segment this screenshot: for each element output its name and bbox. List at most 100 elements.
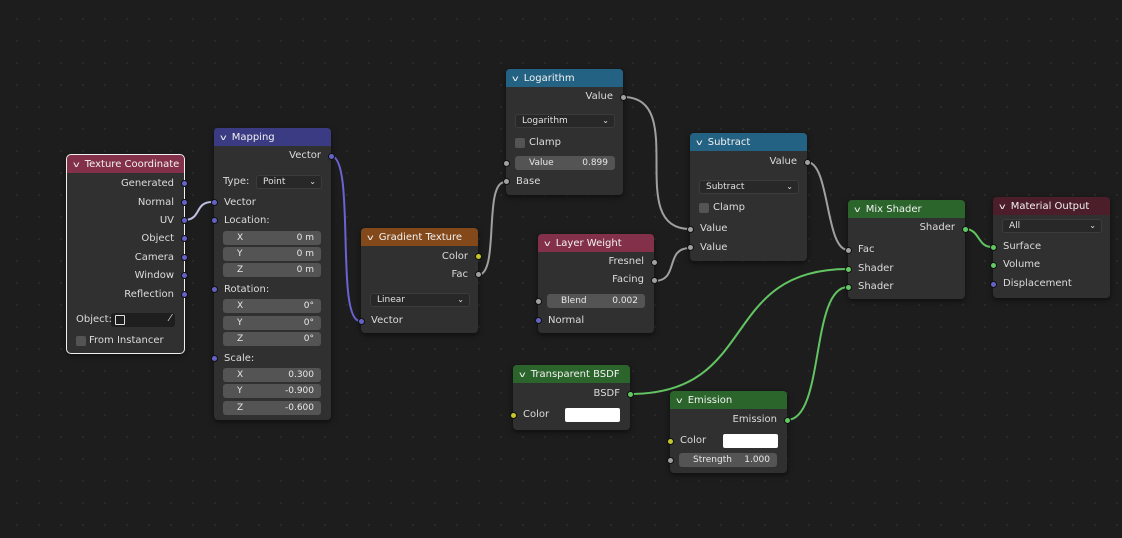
node-mapping[interactable]: v Mapping Vector Type: Point ⌄ Vector Loca…	[211, 128, 335, 420]
chevron-down-icon[interactable]: v	[367, 233, 374, 242]
socket-strength[interactable]	[667, 457, 674, 464]
chevron-down-icon[interactable]: v	[512, 74, 519, 83]
node-header[interactable]: v Texture Coordinate	[67, 155, 184, 173]
socket-value-out[interactable]	[804, 159, 811, 166]
scale-z-field[interactable]: Z -0.600	[223, 401, 321, 415]
output-fresnel: Fresnel	[608, 256, 644, 267]
chevron-down-icon[interactable]: v	[544, 239, 551, 248]
rotation-y-field[interactable]: Y 0°	[223, 316, 321, 330]
rotation-z-field[interactable]: Z 0°	[223, 332, 321, 346]
socket-blend[interactable]	[535, 298, 542, 305]
output-vector: Vector	[289, 150, 321, 161]
socket-base[interactable]	[503, 178, 510, 185]
socket-normal[interactable]	[181, 199, 188, 206]
operation-dropdown[interactable]: Subtract ⌄	[699, 180, 799, 194]
socket-uv[interactable]	[181, 217, 188, 224]
socket-camera[interactable]	[181, 254, 188, 261]
socket-color[interactable]	[667, 438, 674, 445]
link-mix-to-output	[964, 228, 993, 248]
rotation-x-field[interactable]: X 0°	[223, 299, 321, 313]
socket-shader-out[interactable]	[962, 226, 969, 233]
operation-dropdown[interactable]: Logarithm ⌄	[515, 114, 615, 128]
socket-scale[interactable]	[211, 355, 218, 362]
node-header[interactable]: v Layer Weight	[538, 234, 654, 252]
node-header[interactable]: v Transparent BSDF	[513, 365, 630, 383]
socket-reflection[interactable]	[181, 291, 188, 298]
blend-field[interactable]: Blend 0.002	[547, 294, 645, 308]
socket-window[interactable]	[181, 272, 188, 279]
field-value: -0.600	[284, 403, 314, 413]
node-logarithm[interactable]: v Logarithm Value Logarithm ⌄ Clamp Value 0…	[503, 69, 627, 195]
object-field[interactable]: ⁄	[111, 313, 175, 327]
gradient-type-dropdown[interactable]: Linear ⌄	[370, 293, 470, 307]
socket-shader-in-1[interactable]	[845, 266, 852, 273]
field-value: 0°	[303, 301, 314, 311]
from-instancer-checkbox[interactable]	[76, 336, 86, 346]
socket-normal[interactable]	[535, 317, 542, 324]
node-header[interactable]: v Material Output	[993, 197, 1110, 215]
clamp-checkbox[interactable]	[699, 203, 709, 213]
chevron-down-icon: ⌄	[786, 182, 793, 191]
socket-vector-in[interactable]	[358, 318, 365, 325]
node-transparent-bsdf[interactable]: v Transparent BSDF BSDF Color	[510, 365, 634, 430]
chevron-down-icon[interactable]: v	[73, 160, 80, 169]
socket-value-in[interactable]	[503, 160, 510, 167]
link-emission-to-mix	[786, 286, 849, 421]
chevron-down-icon[interactable]: v	[696, 138, 703, 147]
socket-fresnel[interactable]	[651, 259, 658, 266]
socket-bsdf[interactable]	[627, 391, 634, 398]
location-x-field[interactable]: X 0 m	[223, 231, 321, 245]
socket-location[interactable]	[211, 217, 218, 224]
node-emission[interactable]: v Emission Emission Color Strength 1.000	[667, 391, 791, 473]
color-swatch[interactable]	[565, 408, 620, 422]
output-uv: UV	[159, 215, 174, 226]
strength-field[interactable]: Strength 1.000	[679, 453, 777, 467]
axis-label: X	[237, 301, 244, 311]
chevron-down-icon[interactable]: v	[519, 370, 526, 379]
socket-value-in-2[interactable]	[687, 244, 694, 251]
socket-vector-in[interactable]	[211, 199, 218, 206]
location-z-field[interactable]: Z 0 m	[223, 263, 321, 277]
node-header[interactable]: v Mapping	[214, 128, 331, 146]
type-dropdown[interactable]: Point ⌄	[256, 175, 322, 189]
node-material-output[interactable]: v Material Output All ⌄ Surface Volume Dis…	[990, 197, 1110, 298]
chevron-down-icon[interactable]: v	[999, 202, 1006, 211]
socket-shader-in-2[interactable]	[845, 284, 852, 291]
target-dropdown[interactable]: All ⌄	[1002, 219, 1102, 233]
chevron-down-icon[interactable]: v	[220, 133, 227, 142]
chevron-down-icon[interactable]: v	[676, 396, 683, 405]
node-header[interactable]: v Subtract	[690, 133, 807, 151]
socket-facing[interactable]	[651, 277, 658, 284]
node-gradient-texture[interactable]: v Gradient Texture Color Fac Linear ⌄ Vect…	[358, 228, 482, 333]
socket-color[interactable]	[475, 253, 482, 260]
node-header[interactable]: v Mix Shader	[848, 200, 965, 218]
eyedropper-icon[interactable]: ⁄	[169, 313, 171, 324]
clamp-checkbox[interactable]	[515, 138, 525, 148]
node-header[interactable]: v Emission	[670, 391, 787, 409]
socket-emission[interactable]	[784, 417, 791, 424]
location-y-field[interactable]: Y 0 m	[223, 247, 321, 261]
node-header[interactable]: v Logarithm	[506, 69, 623, 87]
node-mix-shader[interactable]: v Mix Shader Shader Fac Shader Shader	[845, 200, 969, 299]
socket-fac[interactable]	[845, 247, 852, 254]
node-texture-coordinate[interactable]: v Texture Coordinate Generated Normal UV …	[66, 154, 188, 354]
node-header[interactable]: v Gradient Texture	[361, 228, 478, 246]
chevron-down-icon[interactable]: v	[854, 205, 861, 214]
socket-object[interactable]	[181, 235, 188, 242]
socket-surface[interactable]	[990, 244, 997, 251]
value-field[interactable]: Value 0.899	[515, 156, 615, 170]
socket-generated[interactable]	[181, 180, 188, 187]
socket-fac[interactable]	[475, 271, 482, 278]
node-subtract[interactable]: v Subtract Value Subtract ⌄ Clamp Value Va…	[687, 133, 811, 261]
socket-displacement[interactable]	[990, 281, 997, 288]
socket-color[interactable]	[510, 412, 517, 419]
socket-value-in-1[interactable]	[687, 226, 694, 233]
node-layer-weight[interactable]: v Layer Weight Fresnel Facing Blend 0.002 …	[535, 234, 658, 333]
scale-y-field[interactable]: Y -0.900	[223, 384, 321, 398]
color-swatch[interactable]	[723, 434, 778, 448]
socket-vector-out[interactable]	[328, 153, 335, 160]
socket-value-out[interactable]	[620, 94, 627, 101]
scale-x-field[interactable]: X 0.300	[223, 368, 321, 382]
socket-volume[interactable]	[990, 262, 997, 269]
socket-rotation[interactable]	[211, 286, 218, 293]
